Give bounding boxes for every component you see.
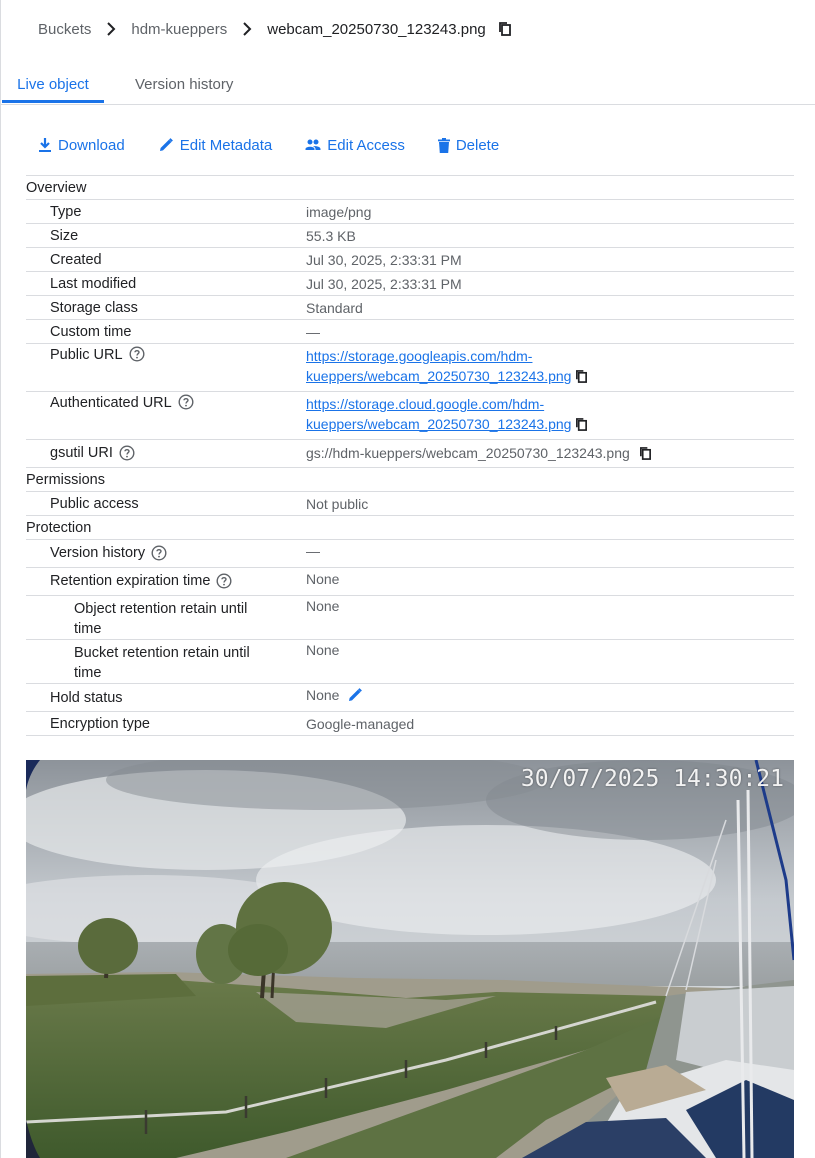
row-public-access: Public access Not public <box>26 492 794 516</box>
breadcrumb-object: webcam_20250730_123243.png <box>267 20 486 38</box>
row-bucket-retention: Bucket retention retain until time None <box>26 640 794 684</box>
row-retention-expiration: Retention expiration time None <box>26 568 794 596</box>
public-url-link-cont[interactable]: kueppers/webcam_20250730_123243.png <box>306 368 571 384</box>
object-properties-table: Overview Type image/png Size 55.3 KB Cre… <box>26 175 794 736</box>
trash-icon <box>437 137 450 153</box>
row-size: Size 55.3 KB <box>26 224 794 248</box>
download-icon <box>39 138 51 152</box>
edit-metadata-label: Edit Metadata <box>179 136 273 154</box>
download-label: Download <box>58 136 125 154</box>
edit-access-button[interactable]: Edit Access <box>305 137 405 154</box>
breadcrumb-bucket[interactable]: hdm-kueppers <box>131 21 227 38</box>
edit-metadata-button[interactable]: Edit Metadata <box>158 136 273 154</box>
authenticated-url-link[interactable]: https://storage.cloud.google.com/hdm- <box>306 396 544 412</box>
row-hold-status: Hold status None <box>26 684 794 712</box>
row-custom-time: Custom time — <box>26 320 794 344</box>
help-circle-icon[interactable] <box>129 346 145 362</box>
copy-icon[interactable] <box>575 417 588 432</box>
people-icon <box>305 139 321 150</box>
download-button[interactable]: Download <box>38 137 125 154</box>
object-preview-image: 30/07/2025 14:30:21 <box>26 760 794 1158</box>
help-circle-icon[interactable] <box>216 573 232 589</box>
copy-icon[interactable] <box>498 21 512 37</box>
tab-bar: Live object Version history <box>0 66 815 105</box>
copy-icon[interactable] <box>575 369 588 384</box>
breadcrumb: Buckets hdm-kueppers webcam_20250730_123… <box>38 18 512 40</box>
tab-live-object[interactable]: Live object <box>2 66 104 103</box>
edit-access-label: Edit Access <box>327 136 405 154</box>
help-circle-icon[interactable] <box>119 445 135 461</box>
left-border <box>0 0 1 1158</box>
row-storage-class: Storage class Standard <box>26 296 794 320</box>
row-object-retention: Object retention retain until time None <box>26 596 794 640</box>
section-permissions: Permissions <box>26 468 794 492</box>
tab-version-history[interactable]: Version history <box>135 66 233 103</box>
chevron-right-icon <box>233 21 261 37</box>
row-type: Type image/png <box>26 200 794 224</box>
pencil-icon <box>349 688 363 702</box>
row-last-modified: Last modified Jul 30, 2025, 2:33:31 PM <box>26 272 794 296</box>
edit-hold-button[interactable] <box>347 687 363 703</box>
row-gsutil-uri: gsutil URI gs://hdm-kueppers/webcam_2025… <box>26 440 794 468</box>
row-authenticated-url: Authenticated URL https://storage.cloud.… <box>26 392 794 440</box>
action-toolbar: Download Edit Metadata Edit Access Delet… <box>38 134 499 156</box>
copy-icon[interactable] <box>639 446 652 461</box>
row-version-history: Version history — <box>26 540 794 568</box>
webcam-photo <box>26 760 794 1158</box>
delete-button[interactable]: Delete <box>437 136 500 154</box>
help-circle-icon[interactable] <box>151 545 167 561</box>
help-circle-icon[interactable] <box>178 394 194 410</box>
pencil-icon <box>159 138 173 151</box>
breadcrumb-buckets[interactable]: Buckets <box>38 21 91 38</box>
chevron-right-icon <box>97 21 125 37</box>
section-overview: Overview <box>26 176 794 200</box>
public-url-link[interactable]: https://storage.googleapis.com/hdm- <box>306 348 532 364</box>
gsutil-uri-value: gs://hdm-kueppers/webcam_20250730_123243… <box>306 445 630 462</box>
row-encryption-type: Encryption type Google-managed <box>26 712 794 736</box>
authenticated-url-link-cont[interactable]: kueppers/webcam_20250730_123243.png <box>306 416 571 432</box>
delete-label: Delete <box>455 136 500 154</box>
row-created: Created Jul 30, 2025, 2:33:31 PM <box>26 248 794 272</box>
row-public-url: Public URL https://storage.googleapis.co… <box>26 344 794 392</box>
webcam-timestamp: 30/07/2025 14:30:21 <box>520 766 784 792</box>
section-protection: Protection <box>26 516 794 540</box>
